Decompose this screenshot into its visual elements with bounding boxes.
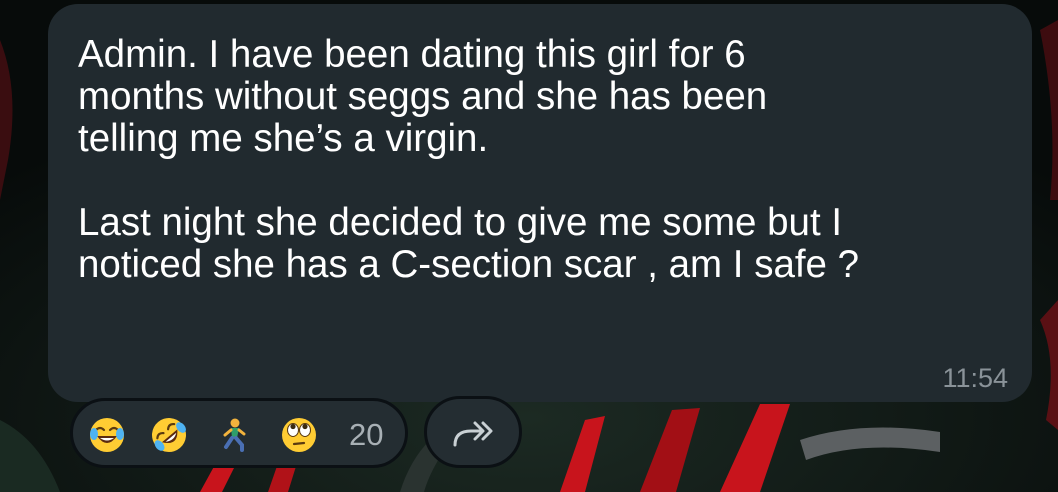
face-with-rolling-eyes-icon[interactable] — [281, 417, 317, 453]
message-bubble[interactable]: Admin. I have been dating this girl for … — [48, 4, 1032, 402]
reaction-count: 20 — [349, 417, 384, 452]
message-timestamp: 11:54 — [942, 363, 1008, 393]
message-text: Admin. I have been dating this girl for … — [78, 33, 860, 286]
person-running-icon[interactable] — [215, 417, 251, 453]
reactions-pill[interactable]: 20 — [70, 398, 408, 468]
rolling-on-floor-laughing-icon[interactable] — [151, 417, 187, 453]
forward-button[interactable] — [424, 396, 522, 468]
forward-arrow-icon — [453, 421, 493, 447]
face-with-tears-of-joy-icon[interactable] — [89, 417, 125, 453]
